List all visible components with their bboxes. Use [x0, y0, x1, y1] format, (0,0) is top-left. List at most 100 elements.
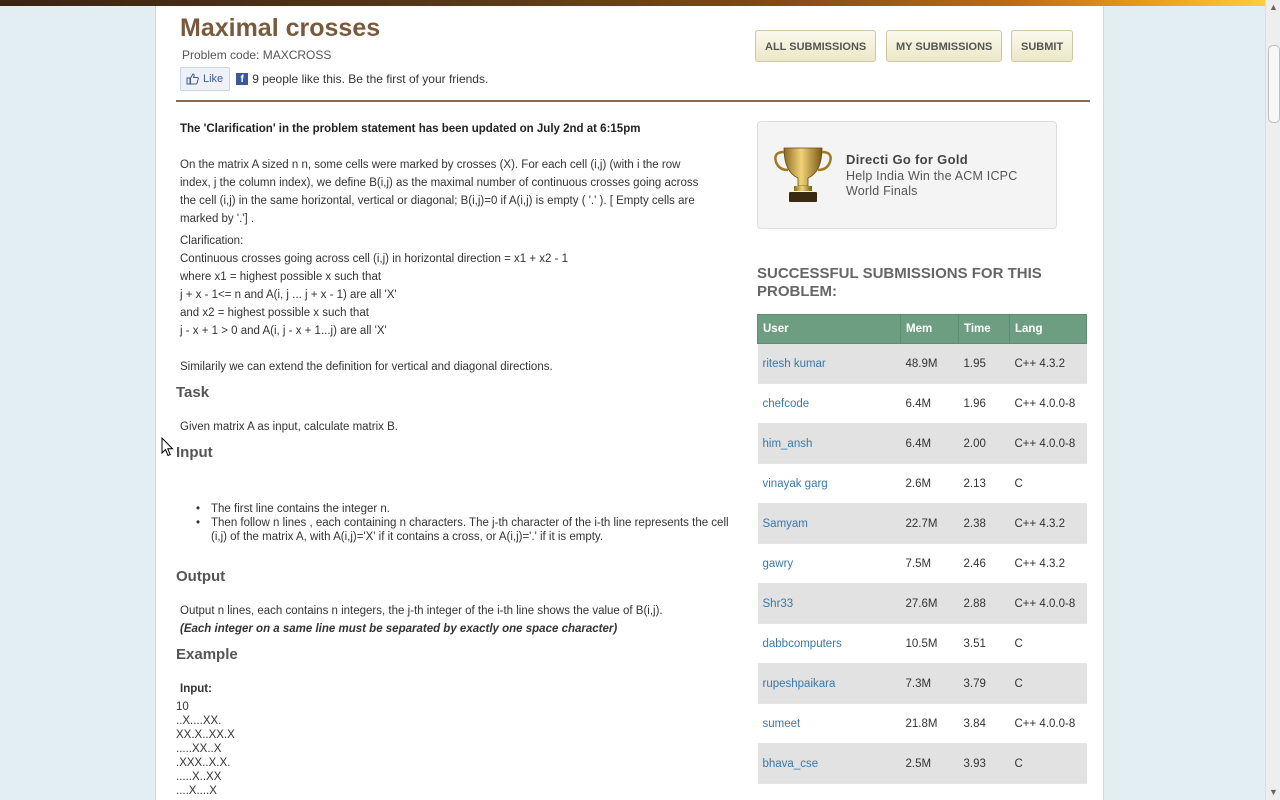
example-line: 10	[176, 701, 189, 713]
mouse-cursor-icon	[161, 437, 174, 457]
mem-cell: 7.3M	[900, 663, 959, 704]
facebook-like-row: Like f 9 people like this. Be the first …	[180, 67, 488, 91]
user-link[interactable]: bhava_cse	[757, 743, 901, 784]
table-row: chefcode 6.4M 1.96 C++ 4.0.0-8	[757, 383, 1087, 424]
mem-cell: 21.8M	[900, 703, 959, 744]
scroll-down-arrow-icon[interactable]: ▼	[1266, 785, 1280, 800]
example-line: XX.X..XX.X	[176, 729, 235, 741]
lang-cell: C++ 4.0.0-8	[1009, 423, 1087, 464]
lang-cell: C	[1009, 463, 1087, 504]
submissions-table: User Mem Time Lang ritesh kumar 48.9M 1.95…	[757, 314, 1087, 784]
lang-cell: C	[1009, 663, 1087, 704]
clarification-line: Continuous crosses going across cell (i,…	[180, 253, 568, 265]
column-header-user: User	[757, 314, 901, 344]
trophy-icon	[774, 147, 832, 202]
all-submissions-button[interactable]: ALL SUBMISSIONS	[755, 30, 877, 62]
column-header-lang: Lang	[1009, 314, 1087, 344]
example-line: ....X....X	[176, 785, 217, 797]
thumbs-up-icon	[186, 73, 199, 85]
input-heading: Input	[176, 444, 213, 461]
clarification-line: Clarification:	[180, 235, 244, 247]
sponsor-subtitle: Help India Win the ACM ICPC World Finals	[846, 169, 1018, 198]
like-label: Like	[203, 73, 224, 85]
output-heading: Output	[176, 568, 226, 585]
mem-cell: 10.5M	[900, 623, 959, 664]
table-row: Shr33 27.6M 2.88 C++ 4.0.0-8	[757, 583, 1087, 624]
task-text: Given matrix A as input, calculate matri…	[180, 421, 398, 433]
table-row: Samyam 22.7M 2.38 C++ 4.3.2	[757, 503, 1087, 544]
time-cell: 2.13	[958, 463, 1010, 504]
time-cell: 2.88	[958, 583, 1010, 624]
time-cell: 2.38	[958, 503, 1010, 544]
lang-cell: C++ 4.3.2	[1009, 503, 1087, 544]
time-cell: 3.79	[958, 663, 1010, 704]
mem-cell: 2.6M	[900, 463, 959, 504]
like-button[interactable]: Like	[180, 67, 231, 91]
input-list: The first line contains the integer n. T…	[176, 502, 741, 544]
facebook-icon: f	[236, 73, 249, 85]
example-input-label: Input:	[180, 683, 212, 695]
clarification-line: j + x - 1<= n and A(i, j ... j + x - 1) …	[180, 289, 397, 301]
example-heading: Example	[176, 646, 238, 663]
intro-line: the cell (i,j) in the same horizontal, v…	[180, 195, 695, 207]
submit-button[interactable]: SUBMIT	[1011, 30, 1074, 62]
example-line: ..X....XX.	[176, 715, 222, 727]
mem-cell: 7.5M	[900, 543, 959, 584]
mem-cell: 48.9M	[900, 343, 959, 384]
table-row: vinayak garg 2.6M 2.13 C	[757, 463, 1087, 504]
column-header-time: Time	[958, 314, 1010, 344]
table-header-row: User Mem Time Lang	[757, 314, 1087, 344]
user-link[interactable]: Shr33	[757, 583, 901, 624]
mem-cell: 22.7M	[900, 503, 959, 544]
user-link[interactable]: dabbcomputers	[757, 623, 901, 664]
user-link[interactable]: him_ansh	[757, 423, 901, 464]
list-item: The first line contains the integer n.	[196, 502, 741, 516]
mem-cell: 27.6M	[900, 583, 959, 624]
problem-title: Maximal crosses	[180, 14, 381, 42]
user-link[interactable]: ritesh kumar	[757, 343, 901, 384]
intro-line: marked by '.'] .	[180, 213, 255, 225]
scrollbar-thumb[interactable]	[1268, 45, 1280, 123]
submissions-heading: SUCCESSFUL SUBMISSIONS FOR THIS PROBLEM:	[757, 265, 1042, 300]
my-submissions-button[interactable]: MY SUBMISSIONS	[886, 30, 1003, 62]
clarification-line: and x2 = highest possible x such that	[180, 307, 369, 319]
mem-cell: 6.4M	[900, 423, 959, 464]
user-link[interactable]: rupeshpaikara	[757, 663, 901, 704]
time-cell: 3.51	[958, 623, 1010, 664]
lang-cell: C	[1009, 743, 1087, 784]
user-link[interactable]: chefcode	[757, 383, 901, 424]
like-count-text: 9 people like this. Be the first of your…	[252, 72, 489, 86]
time-cell: 2.46	[958, 543, 1010, 584]
submissions-body: ritesh kumar 48.9M 1.95 C++ 4.3.2 chefcode 6.…	[757, 343, 1087, 784]
table-row: bhava_cse 2.5M 3.93 C	[757, 743, 1087, 784]
example-line: .....X..XX	[176, 771, 222, 783]
intro-line: On the matrix A sized n n, some cells we…	[180, 159, 681, 171]
mem-cell: 2.5M	[900, 743, 959, 784]
time-cell: 1.95	[958, 343, 1010, 384]
sponsor-title: Directi Go for Gold	[846, 152, 968, 167]
task-heading: Task	[176, 384, 210, 401]
user-link[interactable]: vinayak garg	[757, 463, 901, 504]
table-row: ritesh kumar 48.9M 1.95 C++ 4.3.2	[757, 343, 1087, 384]
user-link[interactable]: gawry	[757, 543, 901, 584]
lang-cell: C++ 4.3.2	[1009, 343, 1087, 384]
mem-cell: 6.4M	[900, 383, 959, 424]
clarification-line: where x1 = highest possible x such that	[180, 271, 382, 283]
user-link[interactable]: sumeet	[757, 703, 901, 744]
lang-cell: C++ 4.3.2	[1009, 543, 1087, 584]
lang-cell: C++ 4.0.0-8	[1009, 383, 1087, 424]
header-divider	[176, 100, 1090, 102]
user-link[interactable]: Samyam	[757, 503, 901, 544]
table-row: dabbcomputers 10.5M 3.51 C	[757, 623, 1087, 664]
lang-cell: C++ 4.0.0-8	[1009, 703, 1087, 744]
clarification-line: j - x + 1 > 0 and A(i, j - x + 1...j) ar…	[180, 325, 387, 337]
column-header-mem: Mem	[900, 314, 959, 344]
lang-cell: C	[1009, 623, 1087, 664]
output-note: (Each integer on a same line must be sep…	[180, 623, 618, 635]
vertical-scrollbar[interactable]: ▲ ▼	[1265, 0, 1280, 800]
problem-page: Maximal crosses Problem code: MAXCROSS L…	[155, 6, 1104, 800]
example-line: .....XX..X	[176, 743, 222, 755]
scroll-up-arrow-icon[interactable]: ▲	[1266, 0, 1280, 15]
sponsor-banner[interactable]: Directi Go for Gold Help India Win the A…	[757, 121, 1057, 229]
table-row: him_ansh 6.4M 2.00 C++ 4.0.0-8	[757, 423, 1087, 464]
